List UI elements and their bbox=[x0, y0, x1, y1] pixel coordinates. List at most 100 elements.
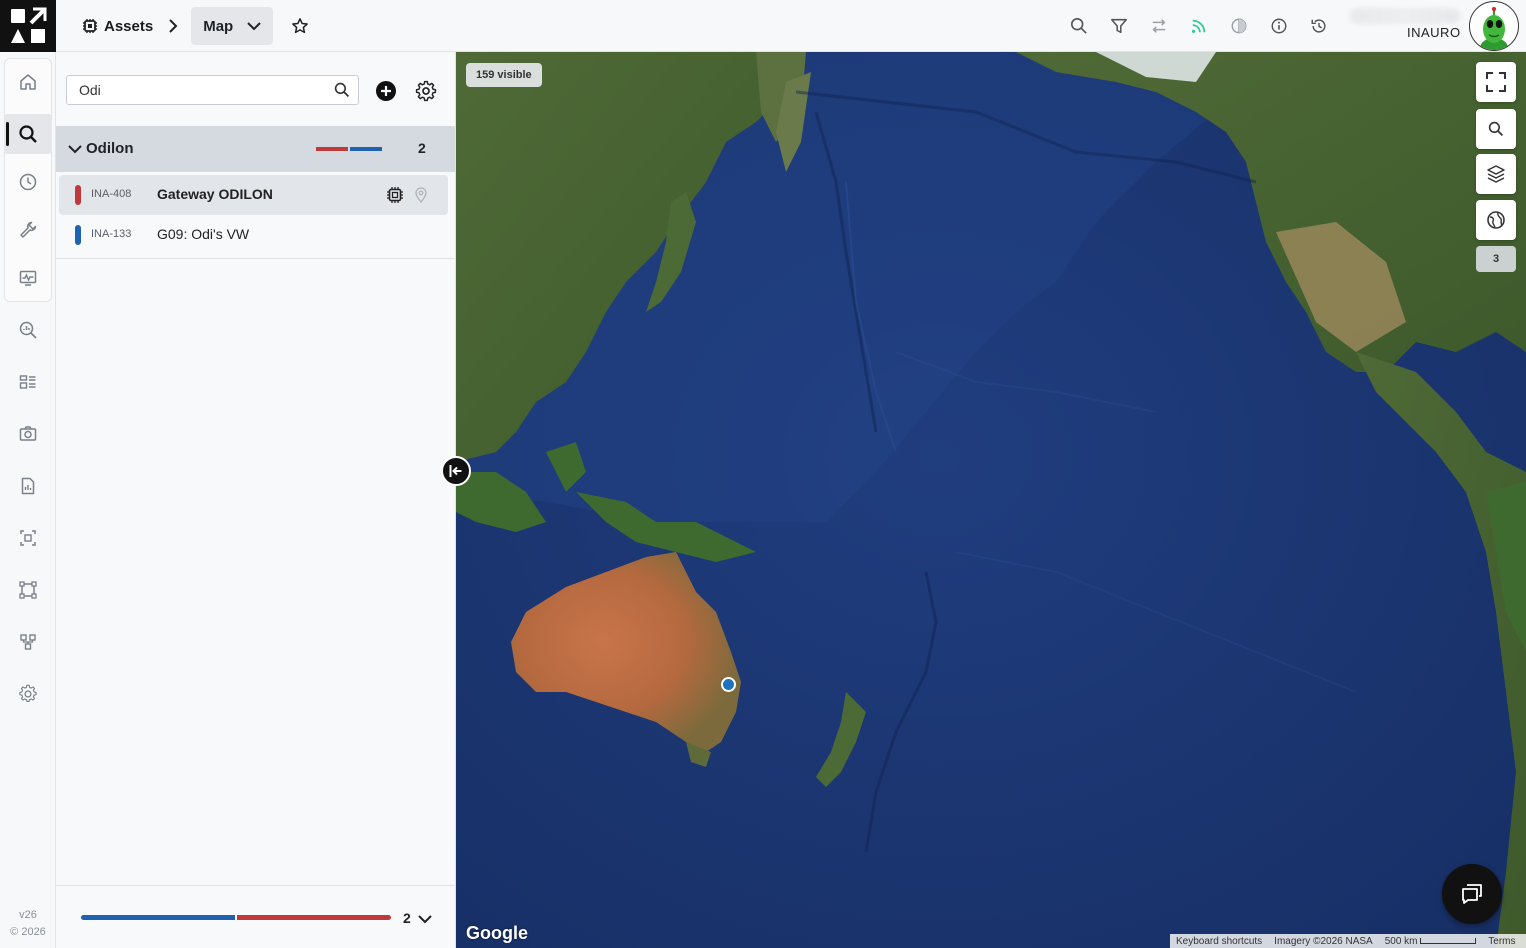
map-view[interactable]: 159 visible 3 Google Keyboard shortcuts … bbox=[456, 52, 1526, 948]
keyboard-shortcuts-link[interactable]: Keyboard shortcuts bbox=[1176, 936, 1262, 947]
avatar[interactable] bbox=[1469, 1, 1519, 51]
layers-icon bbox=[1487, 165, 1505, 183]
asset-name: G09: Odi's VW bbox=[157, 226, 250, 242]
satellite-map bbox=[456, 52, 1526, 948]
analytics-icon bbox=[19, 321, 37, 339]
search-box bbox=[66, 75, 359, 105]
nav-analytics[interactable] bbox=[4, 310, 52, 350]
home-icon bbox=[20, 74, 36, 90]
status-pill bbox=[75, 185, 81, 205]
chat-icon bbox=[1462, 884, 1482, 904]
nav-search[interactable] bbox=[4, 114, 52, 154]
nav-home[interactable] bbox=[4, 62, 52, 102]
wrench-icon bbox=[20, 221, 37, 238]
gear-icon bbox=[19, 684, 37, 702]
terms-link[interactable]: Terms bbox=[1488, 936, 1515, 947]
user-name-redacted bbox=[1350, 8, 1460, 24]
search-icon[interactable] bbox=[1066, 12, 1091, 40]
swap-icon[interactable] bbox=[1146, 12, 1171, 40]
report-icon bbox=[21, 477, 35, 495]
history-icon[interactable] bbox=[1306, 12, 1331, 40]
asset-marker[interactable] bbox=[721, 677, 736, 692]
app-logo[interactable] bbox=[0, 0, 56, 52]
nav-clock[interactable] bbox=[4, 162, 52, 202]
camera-icon bbox=[19, 426, 37, 441]
chip-icon bbox=[83, 19, 97, 33]
status-pill bbox=[75, 225, 81, 245]
hierarchy-icon bbox=[20, 634, 36, 650]
google-logo: Google bbox=[466, 923, 528, 943]
chevron-down-icon bbox=[247, 22, 261, 31]
nav-selection[interactable] bbox=[4, 518, 52, 558]
search-icon bbox=[1488, 121, 1504, 137]
nav-settings[interactable] bbox=[4, 674, 52, 714]
contrast-icon[interactable] bbox=[1226, 12, 1251, 40]
group-header[interactable]: Odilon 2 bbox=[56, 126, 455, 172]
search-icon bbox=[19, 125, 37, 143]
list-divider bbox=[56, 258, 455, 259]
chip-icon[interactable] bbox=[385, 185, 405, 205]
nav-maintenance[interactable] bbox=[4, 210, 52, 250]
map-attribution: Keyboard shortcuts Imagery ©2026 NASA 50… bbox=[1170, 934, 1526, 948]
version-label: v26 bbox=[19, 909, 37, 921]
map-pin-icon[interactable] bbox=[413, 185, 429, 205]
view-selector-label: Map bbox=[203, 17, 234, 35]
search-icon[interactable] bbox=[332, 80, 352, 100]
org-name: INAURO bbox=[1407, 25, 1461, 40]
globe-icon bbox=[1487, 211, 1505, 229]
nav-monitor[interactable] bbox=[4, 258, 52, 298]
gear-icon bbox=[415, 80, 437, 102]
nav-hierarchy[interactable] bbox=[4, 622, 52, 662]
asset-name: Gateway ODILON bbox=[157, 186, 273, 202]
dashboard-icon bbox=[19, 375, 36, 389]
plus-icon bbox=[381, 86, 391, 96]
asset-row[interactable]: INA-133 G09: Odi's VW bbox=[59, 215, 448, 255]
favorite-star-icon[interactable] bbox=[289, 15, 311, 37]
add-button[interactable] bbox=[376, 81, 396, 101]
scale-label: 500 km bbox=[1384, 935, 1418, 947]
panel-settings-button[interactable] bbox=[414, 79, 438, 103]
breadcrumb-assets[interactable]: Assets bbox=[72, 18, 163, 35]
copyright-label: © 2026 bbox=[10, 926, 46, 938]
globe-button[interactable] bbox=[1476, 200, 1516, 240]
filter-icon[interactable] bbox=[1106, 12, 1131, 40]
collapse-left-icon bbox=[449, 465, 462, 477]
nav-dashboard[interactable] bbox=[4, 362, 52, 402]
select-area-icon bbox=[20, 530, 36, 546]
asset-code: INA-408 bbox=[91, 188, 132, 200]
left-nav: v26 © 2026 bbox=[0, 52, 56, 948]
imagery-credit: Imagery ©2026 NASA bbox=[1274, 935, 1373, 947]
chat-button[interactable] bbox=[1442, 864, 1502, 924]
nav-camera[interactable] bbox=[4, 414, 52, 454]
breadcrumb-assets-label: Assets bbox=[104, 17, 154, 35]
group-status-bar bbox=[316, 147, 382, 151]
frame-icon bbox=[19, 581, 37, 599]
breadcrumb: Assets Map bbox=[72, 7, 311, 45]
top-bar: Assets Map INAURO bbox=[0, 0, 1526, 52]
group-count: 2 bbox=[418, 140, 426, 156]
asset-row[interactable]: INA-408 Gateway ODILON bbox=[59, 175, 448, 215]
collapse-panel-button[interactable] bbox=[441, 456, 471, 486]
asset-panel: Odilon 2 INA-408 Gateway ODILON INA-133 … bbox=[56, 52, 456, 948]
asset-code: INA-133 bbox=[91, 228, 132, 240]
chevron-down-icon[interactable] bbox=[418, 912, 432, 926]
layers-button[interactable] bbox=[1476, 154, 1516, 194]
summary-count: 2 bbox=[403, 910, 411, 926]
visible-count-badge: 159 visible bbox=[466, 63, 542, 87]
info-icon[interactable] bbox=[1266, 12, 1291, 40]
nav-frames[interactable] bbox=[4, 570, 52, 610]
monitor-icon bbox=[19, 270, 37, 286]
chevron-down-icon bbox=[68, 145, 82, 154]
summary-status-bar bbox=[81, 915, 391, 920]
signal-icon[interactable] bbox=[1186, 12, 1211, 40]
map-search-button[interactable] bbox=[1476, 109, 1516, 149]
cluster-count-badge[interactable]: 3 bbox=[1476, 246, 1516, 272]
version-info: v26 © 2026 bbox=[0, 907, 56, 941]
group-name: Odilon bbox=[86, 140, 134, 157]
toolbar bbox=[1066, 12, 1331, 40]
nav-reports[interactable] bbox=[4, 466, 52, 506]
fullscreen-icon bbox=[1486, 72, 1506, 92]
fullscreen-button[interactable] bbox=[1476, 62, 1516, 102]
view-selector[interactable]: Map bbox=[191, 7, 274, 45]
search-input[interactable] bbox=[68, 77, 328, 103]
